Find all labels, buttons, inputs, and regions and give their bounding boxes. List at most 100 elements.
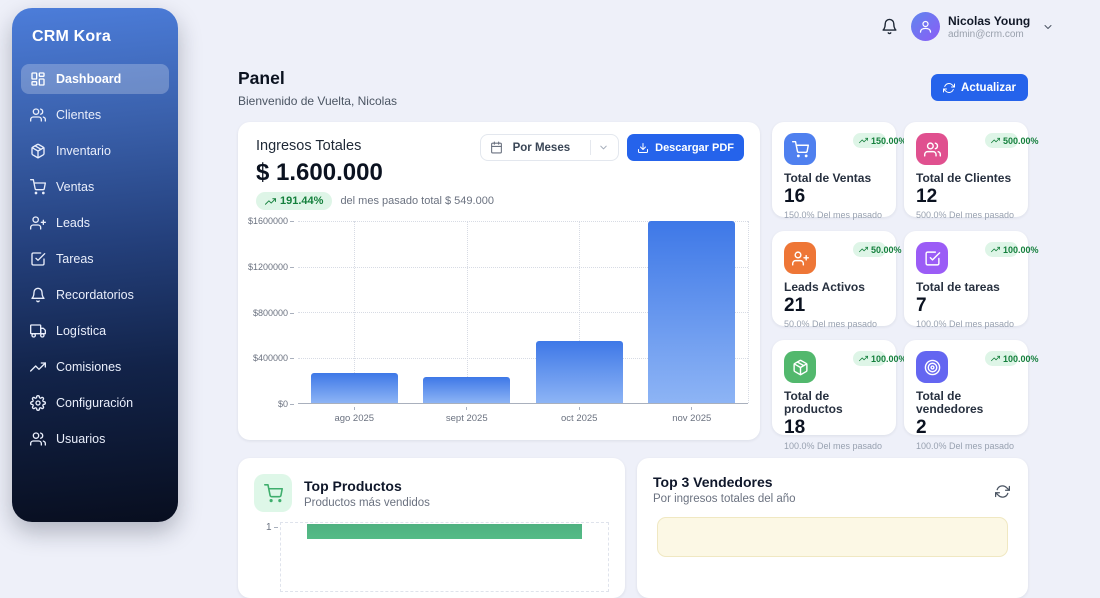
sidebar-item-usuarios[interactable]: Usuarios (21, 424, 169, 454)
bell-icon (30, 287, 46, 303)
brand-title: CRM Kora (12, 8, 178, 58)
sidebar-item-clientes[interactable]: Clientes (21, 100, 169, 130)
sidebar-item-label: Dashboard (56, 72, 121, 86)
chevron-down-icon[interactable] (1042, 21, 1054, 33)
y-axis-label: $800000 (253, 308, 294, 318)
sidebar-item-recordatorios[interactable]: Recordatorios (21, 280, 169, 310)
check-square-icon (924, 250, 941, 267)
y-axis-label: $400000 (253, 353, 294, 363)
sidebar-nav: Dashboard Clientes Inventario Ventas Leads Ta… (12, 58, 178, 454)
period-select[interactable]: Por Meses (480, 134, 620, 161)
stat-card-leads-activos: 50.00%Leads Activos2150.0% Del mes pasad… (772, 231, 896, 326)
period-select-value: Por Meses (513, 142, 571, 154)
stat-subtext: 500.0% Del mes pasado (916, 210, 1016, 220)
stat-label: Total de Clientes (916, 172, 1016, 185)
revenue-change-badge: 191.44% (256, 192, 332, 210)
stat-value: 7 (916, 295, 1016, 316)
trending-up-icon (30, 359, 46, 375)
bar-ago-2025[interactable] (311, 373, 398, 403)
v-gridline (748, 221, 749, 403)
select-divider (590, 140, 591, 155)
cart-icon (30, 179, 46, 195)
bar-nov-2025[interactable] (648, 221, 735, 403)
package-icon (30, 143, 46, 159)
sidebar-item-label: Tareas (56, 252, 94, 266)
top-products-title: Top Productos (304, 478, 430, 494)
top-products-subtitle: Productos más vendidos (304, 497, 430, 509)
sidebar-item-dashboard[interactable]: Dashboard (21, 64, 169, 94)
chevron-down-icon (598, 142, 609, 153)
stat-value: 12 (916, 186, 1016, 207)
stat-card-grid: 150.00%Total de Ventas16150.0% Del mes p… (772, 122, 1028, 435)
stat-label: Total de tareas (916, 281, 1016, 294)
stat-card-total-de-ventas: 150.00%Total de Ventas16150.0% Del mes p… (772, 122, 896, 217)
y-axis-label: $1600000 (248, 216, 294, 226)
sidebar-item-logistica[interactable]: Logística (21, 316, 169, 346)
top-seller-item[interactable] (657, 517, 1008, 557)
stat-subtext: 100.0% Del mes pasado (784, 441, 884, 451)
settings-icon (30, 395, 46, 411)
stat-change-value: 500.00% (1003, 136, 1012, 145)
users-icon (30, 431, 46, 447)
user-menu[interactable]: Nicolas Young admin@crm.com (911, 12, 1054, 41)
stat-change-badge: 500.00% (985, 133, 1018, 148)
mini-chart-plot (280, 522, 609, 592)
stat-change-value: 50.00% (871, 245, 880, 254)
sidebar-item-leads[interactable]: Leads (21, 208, 169, 238)
users-icon (30, 107, 46, 123)
refresh-icon[interactable] (995, 484, 1010, 499)
refresh-button-label: Actualizar (961, 82, 1016, 94)
trending-up-icon (859, 354, 868, 363)
notifications-bell-icon[interactable] (881, 18, 898, 35)
refresh-button[interactable]: Actualizar (931, 74, 1028, 101)
bar-oct-2025[interactable] (536, 341, 623, 403)
truck-icon (30, 323, 46, 339)
user-name: Nicolas Young (948, 14, 1030, 28)
x-axis-label: oct 2025 (523, 407, 636, 424)
stat-label: Total de vendedores (916, 390, 1016, 416)
chart-y-axis: $0$400000$800000$1200000$1600000 (254, 221, 294, 404)
bar-sept-2025[interactable] (423, 377, 510, 403)
stat-value: 21 (784, 295, 884, 316)
sidebar-item-label: Ventas (56, 180, 94, 194)
stat-subtext: 50.0% Del mes pasado (784, 319, 884, 329)
refresh-icon (943, 82, 955, 94)
stat-card-total-de-clientes: 500.00% Total de Clientes12 500.0% Del mes… (904, 122, 1028, 217)
target-icon (924, 359, 941, 376)
stat-subtext: 100.0% Del mes pasado (916, 319, 1016, 329)
revenue-total: $ 1.600.000 (256, 159, 383, 187)
x-axis-label: sept 2025 (411, 407, 524, 424)
x-axis-label: ago 2025 (298, 407, 411, 424)
stat-card-total-de-productos: 100.00%Total de productos18100.0% Del me… (772, 340, 896, 435)
revenue-title: Ingresos Totales (256, 138, 361, 154)
sidebar-item-label: Clientes (56, 108, 101, 122)
cart-icon-badge (254, 474, 292, 512)
revenue-controls: Por Meses Descargar PDF (480, 134, 744, 161)
trending-up-icon (991, 245, 1000, 254)
sidebar: CRM Kora Dashboard Clientes Inventario Vent… (12, 8, 178, 522)
sidebar-item-inventario[interactable]: Inventario (21, 136, 169, 166)
sidebar-item-ventas[interactable]: Ventas (21, 172, 169, 202)
stat-icon-badge (784, 242, 816, 274)
stat-value: 16 (784, 186, 884, 207)
sidebar-item-configuracion[interactable]: Configuración (21, 388, 169, 418)
chart-plot-area (298, 221, 748, 404)
download-pdf-button[interactable]: Descargar PDF (627, 134, 744, 161)
stat-subtext: 150.0% Del mes pasado (784, 210, 884, 220)
trending-up-icon (859, 245, 868, 254)
stat-label: Total de productos (784, 390, 884, 416)
sidebar-item-comisiones[interactable]: Comisiones (21, 352, 169, 382)
sidebar-item-tareas[interactable]: Tareas (21, 244, 169, 274)
mini-chart-tick: 1 (266, 522, 278, 534)
y-axis-label: $1200000 (248, 262, 294, 272)
stat-change-badge: 150.00% (853, 133, 886, 148)
user-email: admin@crm.com (948, 29, 1030, 40)
stat-change-value: 100.00% (1003, 354, 1012, 363)
calendar-icon (490, 141, 503, 154)
stat-icon-badge (916, 351, 948, 383)
stat-change-badge: 100.00% (985, 351, 1018, 366)
sidebar-item-label: Comisiones (56, 360, 121, 374)
stat-card-total-de-tareas: 100.00%Total de tareas7100.0% Del mes pa… (904, 231, 1028, 326)
top-sellers-title: Top 3 Vendedores (653, 474, 1012, 490)
revenue-comparison: del mes pasado total $ 549.000 (340, 195, 494, 207)
